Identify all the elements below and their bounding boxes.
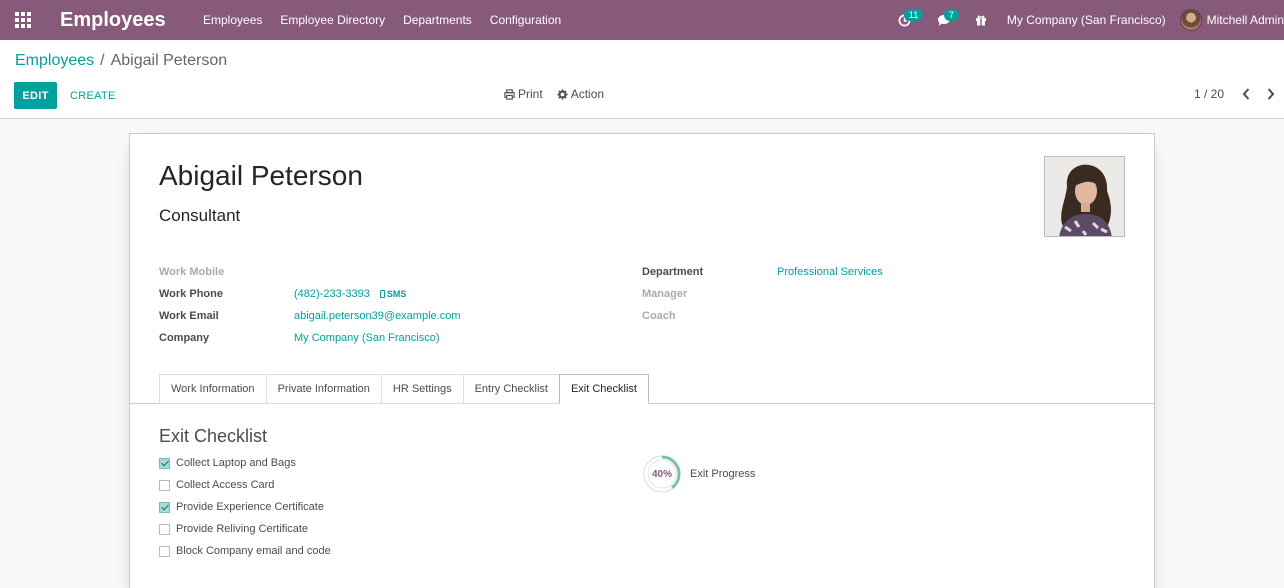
apps-menu-icon[interactable] bbox=[0, 0, 46, 40]
action-dropdown[interactable]: Action bbox=[557, 87, 604, 101]
field-label-coach: Coach bbox=[642, 310, 676, 322]
menu-item-configuration[interactable]: Configuration bbox=[481, 0, 570, 40]
work-phone-link[interactable]: (482)-233-3393 bbox=[294, 288, 370, 300]
print-dropdown[interactable]: Print bbox=[504, 87, 543, 101]
gear-icon bbox=[557, 88, 568, 100]
gift-button[interactable] bbox=[967, 0, 995, 40]
top-navbar: Employees Employees Employee Directory D… bbox=[0, 0, 1284, 40]
field-value-company[interactable]: My Company (San Francisco) bbox=[294, 332, 440, 344]
pager-previous-button[interactable] bbox=[1238, 85, 1254, 103]
activity-button[interactable]: 11 bbox=[890, 0, 924, 40]
menu-item-employee-directory[interactable]: Employee Directory bbox=[271, 0, 394, 40]
checklist-item: Collect Laptop and Bags bbox=[159, 452, 331, 474]
user-menu[interactable]: Mitchell Admin bbox=[1179, 9, 1284, 31]
exit-checklist-title: Exit Checklist bbox=[159, 426, 268, 446]
exit-progress-gauge: 40% bbox=[642, 454, 682, 494]
checklist-item-label: Provide Reliving Certificate bbox=[176, 523, 309, 535]
checklist-checkbox[interactable] bbox=[159, 523, 170, 535]
checklist-item: Provide Reliving Certificate bbox=[159, 518, 331, 540]
checklist-item-label: Collect Laptop and Bags bbox=[176, 457, 296, 469]
checklist-checkbox[interactable] bbox=[159, 545, 170, 557]
user-name: Mitchell Admin bbox=[1206, 13, 1284, 27]
field-label-company: Company bbox=[159, 332, 210, 344]
field-label-work-phone: Work Phone bbox=[159, 288, 223, 300]
field-work-mobile: Work Mobile bbox=[159, 261, 599, 283]
field-label-work-email: Work Email bbox=[159, 310, 219, 322]
sms-button[interactable]: SMS bbox=[379, 289, 407, 299]
field-work-email: Work Email abigail.peterson39@example.co… bbox=[159, 305, 599, 327]
message-count-badge: 7 bbox=[943, 9, 959, 21]
print-label: Print bbox=[518, 87, 543, 101]
field-label-work-mobile: Work Mobile bbox=[159, 266, 225, 278]
control-panel: Employees / Abigail Peterson EDIT CREATE P… bbox=[0, 40, 1284, 119]
user-avatar bbox=[1179, 9, 1202, 31]
tab-hr-settings[interactable]: HR Settings bbox=[380, 374, 463, 404]
field-value-work-email[interactable]: abigail.peterson39@example.com bbox=[294, 310, 460, 322]
activity-count-badge: 11 bbox=[903, 9, 924, 21]
action-menus: Print Action bbox=[504, 87, 604, 101]
company-switcher[interactable]: My Company (San Francisco) bbox=[995, 13, 1180, 27]
checklist-item: Collect Access Card bbox=[159, 474, 331, 496]
employee-name: Abigail Peterson bbox=[159, 160, 363, 191]
field-label-department: Department bbox=[642, 266, 704, 278]
field-company: Company My Company (San Francisco) bbox=[159, 327, 599, 349]
breadcrumb-employees[interactable]: Employees bbox=[15, 52, 94, 69]
print-icon bbox=[504, 88, 515, 100]
employee-photo[interactable] bbox=[1044, 156, 1125, 237]
tab-entry-checklist[interactable]: Entry Checklist bbox=[462, 374, 559, 404]
field-manager: Manager bbox=[642, 283, 1082, 305]
checklist-checkbox[interactable] bbox=[159, 501, 170, 513]
checklist-item: Block Company email and code bbox=[159, 540, 331, 562]
systray: 11 7 My Company (San Francisco) Mitchell… bbox=[890, 0, 1284, 40]
field-work-phone: Work Phone (482)-233-3393 SMS bbox=[159, 283, 599, 305]
mobile-icon bbox=[379, 290, 385, 298]
exit-progress: 40% Exit Progress bbox=[642, 454, 755, 494]
app-title: Employees bbox=[60, 8, 166, 31]
employee-org-fields: Department Professional Services Manager… bbox=[642, 261, 1082, 327]
field-label-manager: Manager bbox=[642, 288, 688, 300]
breadcrumb-separator: / bbox=[100, 52, 105, 69]
checklist-item: Provide Experience Certificate bbox=[159, 496, 331, 518]
breadcrumb: Employees / Abigail Peterson bbox=[15, 52, 227, 70]
exit-checklist: Collect Laptop and Bags Collect Access C… bbox=[159, 452, 331, 562]
menu-item-departments[interactable]: Departments bbox=[394, 0, 481, 40]
tab-work-information[interactable]: Work Information bbox=[159, 374, 266, 404]
field-value-department[interactable]: Professional Services bbox=[777, 266, 883, 278]
edit-button[interactable]: EDIT bbox=[14, 82, 57, 109]
gift-icon bbox=[975, 15, 986, 26]
pager-value[interactable]: 1 / 20 bbox=[1194, 87, 1224, 101]
employee-contact-fields: Work Mobile Work Phone (482)-233-3393 SM… bbox=[159, 261, 599, 349]
employee-portrait-image bbox=[1045, 157, 1124, 236]
checklist-item-label: Provide Experience Certificate bbox=[176, 501, 324, 513]
main-menu: Employees Employee Directory Departments… bbox=[194, 0, 570, 40]
pager-next-button[interactable] bbox=[1263, 85, 1279, 103]
checklist-item-label: Collect Access Card bbox=[176, 479, 275, 491]
create-button[interactable]: CREATE bbox=[62, 82, 124, 109]
tab-exit-checklist[interactable]: Exit Checklist bbox=[558, 374, 649, 404]
tab-private-information[interactable]: Private Information bbox=[265, 374, 381, 404]
field-department: Department Professional Services bbox=[642, 261, 1082, 283]
field-coach: Coach bbox=[642, 305, 1082, 327]
menu-item-employees[interactable]: Employees bbox=[194, 0, 271, 40]
exit-progress-label: Exit Progress bbox=[690, 468, 756, 480]
employee-job-title: Consultant bbox=[159, 206, 241, 225]
messages-button[interactable]: 7 bbox=[929, 0, 959, 40]
action-label: Action bbox=[570, 87, 605, 101]
checklist-checkbox[interactable] bbox=[159, 457, 170, 469]
exit-progress-value: 40% bbox=[651, 468, 672, 480]
checklist-checkbox[interactable] bbox=[159, 479, 170, 491]
breadcrumb-current: Abigail Peterson bbox=[110, 52, 228, 69]
checklist-item-label: Block Company email and code bbox=[176, 545, 331, 557]
chevron-right-icon bbox=[1267, 88, 1275, 100]
sms-label: SMS bbox=[386, 289, 407, 299]
employee-form-sheet: Abigail Peterson Consultant Work Mobile … bbox=[129, 133, 1155, 588]
chevron-left-icon bbox=[1242, 88, 1250, 100]
field-value-work-phone: (482)-233-3393 SMS bbox=[294, 288, 406, 300]
form-tabs: Work Information Private Information HR … bbox=[159, 374, 649, 404]
